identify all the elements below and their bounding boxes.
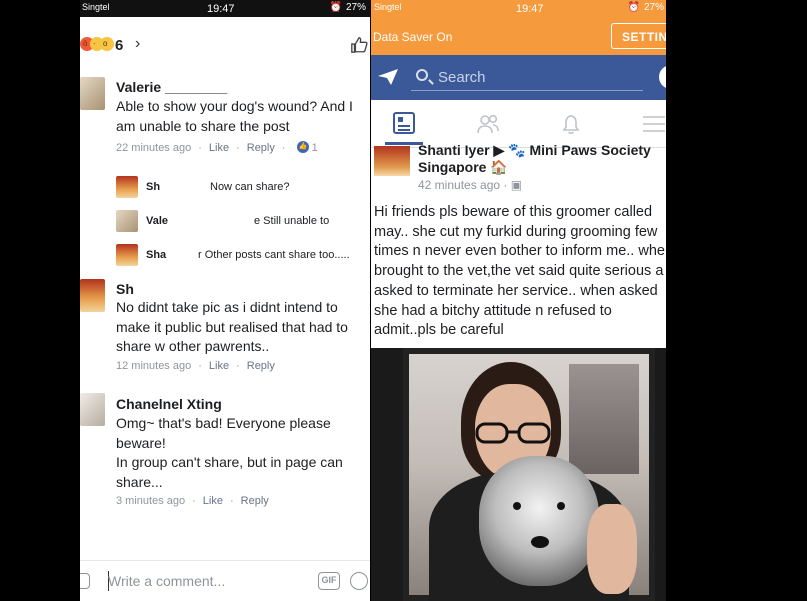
avatar[interactable] — [80, 279, 105, 312]
reply-link[interactable]: Reply — [247, 360, 275, 372]
reply-item[interactable]: Sha r Other posts cant share too..... — [116, 243, 370, 267]
reply-item[interactable]: Sh Now can share? — [116, 175, 370, 199]
nav-tabs — [371, 100, 666, 148]
avatar — [116, 244, 138, 266]
post-meta: 42 minutes ago · ▣ — [418, 178, 522, 192]
avatar — [116, 176, 138, 198]
comment-text: Able to show your dog's wound? And I am … — [116, 98, 353, 134]
news-feed-icon — [393, 112, 415, 134]
avatar[interactable] — [80, 393, 105, 426]
comment-text: Omg~ that's bad! Everyone please beware!… — [116, 415, 343, 490]
battery-percent: 27% — [345, 2, 366, 13]
alarm-icon: ⏰ — [627, 2, 640, 13]
gif-button[interactable]: GIF — [318, 572, 340, 590]
comment-time: 3 minutes ago — [116, 495, 186, 507]
camera-icon[interactable] — [80, 573, 90, 589]
post-photo[interactable] — [371, 348, 666, 601]
data-saver-text: Data Saver On — [373, 30, 453, 44]
comment-time: 22 minutes ago — [116, 142, 192, 154]
like-link[interactable]: Like — [209, 360, 229, 372]
avatar — [116, 210, 138, 232]
chevron-right-icon: › — [135, 35, 141, 52]
status-right: ⏰ 27% — [330, 2, 366, 13]
photo-dog — [479, 456, 599, 586]
carrier-label: Singtel — [82, 2, 110, 12]
reply-text: Now can share? — [210, 181, 290, 193]
carrier-label: Singtel — [374, 2, 402, 12]
reaction-count: 6 — [115, 37, 124, 54]
reply-text: e Still unable to — [254, 215, 330, 227]
search-icon — [416, 69, 428, 81]
comment-meta: 22 minutes ago·Like·Reply· 1 — [116, 141, 318, 154]
left-phone-screen: Singtel 19:47 ⏰ 27% ò · o 6 › Valerie __… — [80, 0, 370, 601]
reply-link[interactable]: Reply — [247, 142, 275, 154]
comment-time: 12 minutes ago — [116, 360, 192, 372]
page-avatar[interactable] — [374, 146, 410, 176]
status-time: 19:47 — [516, 3, 544, 15]
photo-glasses — [475, 422, 551, 444]
post-time: 42 minutes ago — [418, 178, 501, 192]
alarm-icon: ⏰ — [329, 2, 342, 13]
reply-text: r Other posts cant share too..... — [198, 249, 350, 261]
comment-meta: 12 minutes ago · Like · Reply — [116, 360, 275, 372]
reply-author: Sh — [146, 181, 161, 193]
post-author[interactable]: Shanti Iyer ▶ 🐾 Mini Paws Society Singap… — [418, 142, 658, 176]
comment-input[interactable]: Write a comment... — [108, 573, 225, 589]
status-time: 19:47 — [207, 3, 235, 15]
like-badge-icon — [296, 141, 309, 153]
menu-icon[interactable] — [641, 112, 665, 136]
comment-meta: 3 minutes ago · Like · Reply — [116, 495, 269, 507]
profile-avatar[interactable] — [659, 65, 666, 89]
battery-percent: 27% — [643, 2, 664, 13]
group-privacy-icon: · ▣ — [503, 178, 523, 192]
notifications-bell-icon[interactable] — [559, 112, 583, 136]
top-bar: Search — [371, 55, 666, 100]
messenger-icon[interactable] — [377, 68, 399, 86]
comment-author[interactable]: Sh — [116, 281, 134, 297]
comment-composer: Write a comment... GIF — [80, 560, 370, 601]
status-bar: Singtel 19:47 ⏰ 27% — [80, 0, 370, 17]
reactions-summary[interactable]: ò · o 6 › — [80, 30, 370, 60]
status-right: ⏰ 27% — [628, 2, 664, 13]
reply-item[interactable]: Vale e Still unable to — [116, 209, 370, 233]
comment-text: No didnt take pic as i didnt intend to m… — [116, 299, 348, 354]
comment-author[interactable]: Valerie ________ — [116, 79, 227, 95]
dog-nose — [531, 536, 549, 548]
like-count: 1 — [311, 142, 318, 154]
sticker-icon[interactable] — [350, 572, 368, 590]
settings-button[interactable]: SETTING — [611, 23, 666, 49]
wow-reaction-icon: o — [100, 37, 114, 51]
background-window — [569, 364, 639, 474]
right-phone-screen: Singtel 19:47 ⏰ 27% Data Saver On SETTIN… — [371, 0, 666, 601]
like-link[interactable]: Like — [203, 495, 223, 507]
search-bar[interactable]: Search — [411, 65, 643, 91]
like-link[interactable]: Like — [209, 142, 229, 154]
reply-author: Vale — [146, 215, 169, 227]
friends-icon[interactable] — [476, 112, 500, 136]
comment-author[interactable]: Chanelnel Xting — [116, 396, 222, 412]
status-bar: Singtel 19:47 ⏰ 27% — [371, 0, 666, 17]
data-saver-banner: Data Saver On SETTING — [371, 17, 666, 55]
dog-eye — [557, 502, 565, 510]
tab-news-feed[interactable] — [385, 112, 423, 145]
like-outline-icon[interactable] — [350, 36, 368, 54]
post-text: Hi friends pls beware of this groomer ca… — [374, 204, 666, 339]
dog-eye — [513, 502, 521, 510]
photo-arm — [587, 504, 637, 594]
photo-woman-with-dog — [403, 348, 655, 601]
avatar[interactable] — [80, 77, 105, 110]
reply-link[interactable]: Reply — [241, 495, 269, 507]
search-input[interactable]: Search — [438, 69, 486, 86]
reply-author: Sha — [146, 249, 167, 261]
